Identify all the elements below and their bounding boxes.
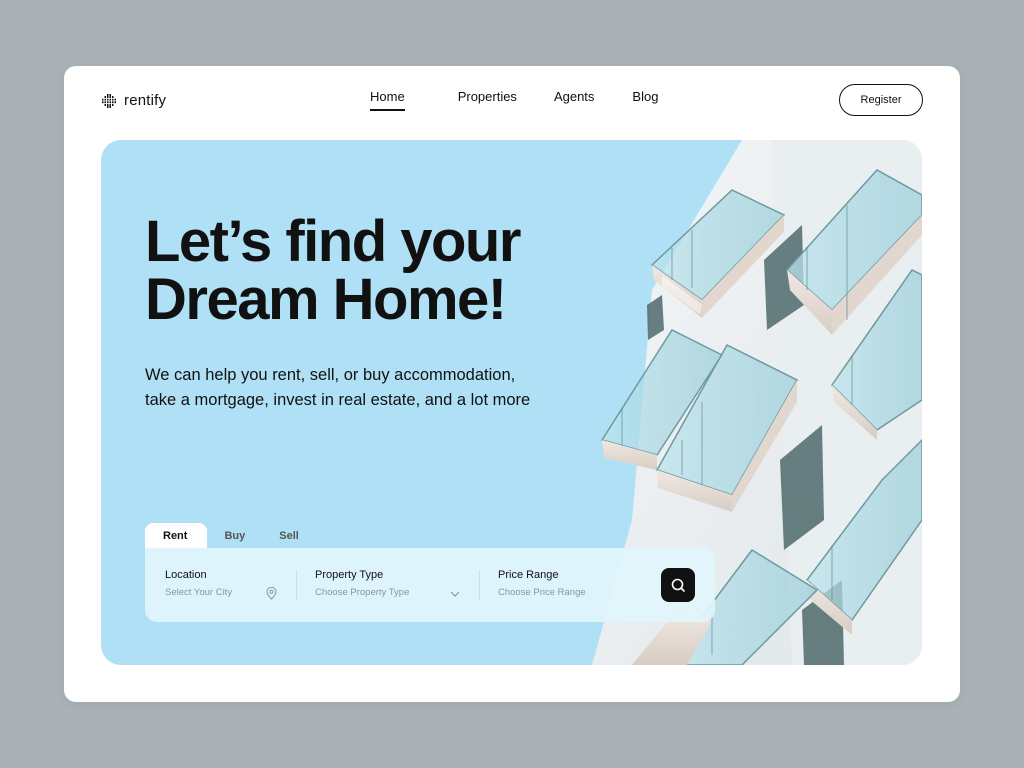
- register-button[interactable]: Register: [839, 84, 923, 116]
- search-tabs: Rent Buy Sell: [145, 523, 316, 549]
- search-icon: [671, 578, 685, 592]
- hero-subtitle: We can help you rent, sell, or buy accom…: [145, 363, 545, 412]
- location-pin-icon: [266, 587, 277, 600]
- price-range-label: Price Range: [498, 569, 559, 581]
- nav-home[interactable]: Home: [370, 89, 405, 111]
- field-divider: [296, 570, 297, 600]
- page-card: rentify Home Properties Agents Blog Regi…: [64, 66, 960, 702]
- hero-headline: Let’s find your Dream Home!: [145, 213, 625, 329]
- price-range-field[interactable]: Price Range Choose Price Range: [498, 568, 638, 599]
- price-range-placeholder: Choose Price Range: [498, 587, 586, 598]
- search-bar: Location Select Your City Property Type …: [145, 548, 715, 622]
- headline-line-2: Dream Home!: [145, 267, 507, 332]
- subtitle-line-1: We can help you rent, sell, or buy accom…: [145, 366, 516, 384]
- tab-sell[interactable]: Sell: [262, 523, 316, 549]
- tab-rent[interactable]: Rent: [145, 523, 208, 549]
- hero-banner: Let’s find your Dream Home! We can help …: [101, 140, 922, 665]
- search-button[interactable]: [661, 568, 695, 602]
- tab-buy[interactable]: Buy: [207, 523, 262, 549]
- field-divider: [479, 570, 480, 600]
- location-label: Location: [165, 569, 207, 581]
- nav-properties[interactable]: Properties: [458, 89, 517, 105]
- property-type-placeholder: Choose Property Type: [315, 587, 410, 598]
- location-placeholder: Select Your City: [165, 587, 233, 598]
- nav-blog[interactable]: Blog: [632, 89, 658, 105]
- property-type-field[interactable]: Property Type Choose Property Type: [315, 568, 460, 599]
- brand-logo[interactable]: rentify: [102, 92, 166, 109]
- headline-line-1: Let’s find your: [145, 209, 521, 274]
- logo-icon: [102, 93, 116, 108]
- property-type-label: Property Type: [315, 569, 384, 581]
- main-nav: Home Properties Agents Blog: [370, 89, 658, 111]
- location-field[interactable]: Location Select Your City: [165, 568, 277, 600]
- brand-name: rentify: [124, 92, 167, 109]
- subtitle-line-2: take a mortgage, invest in real estate, …: [145, 390, 531, 409]
- nav-agents[interactable]: Agents: [554, 89, 594, 105]
- chevron-down-icon: [450, 591, 460, 597]
